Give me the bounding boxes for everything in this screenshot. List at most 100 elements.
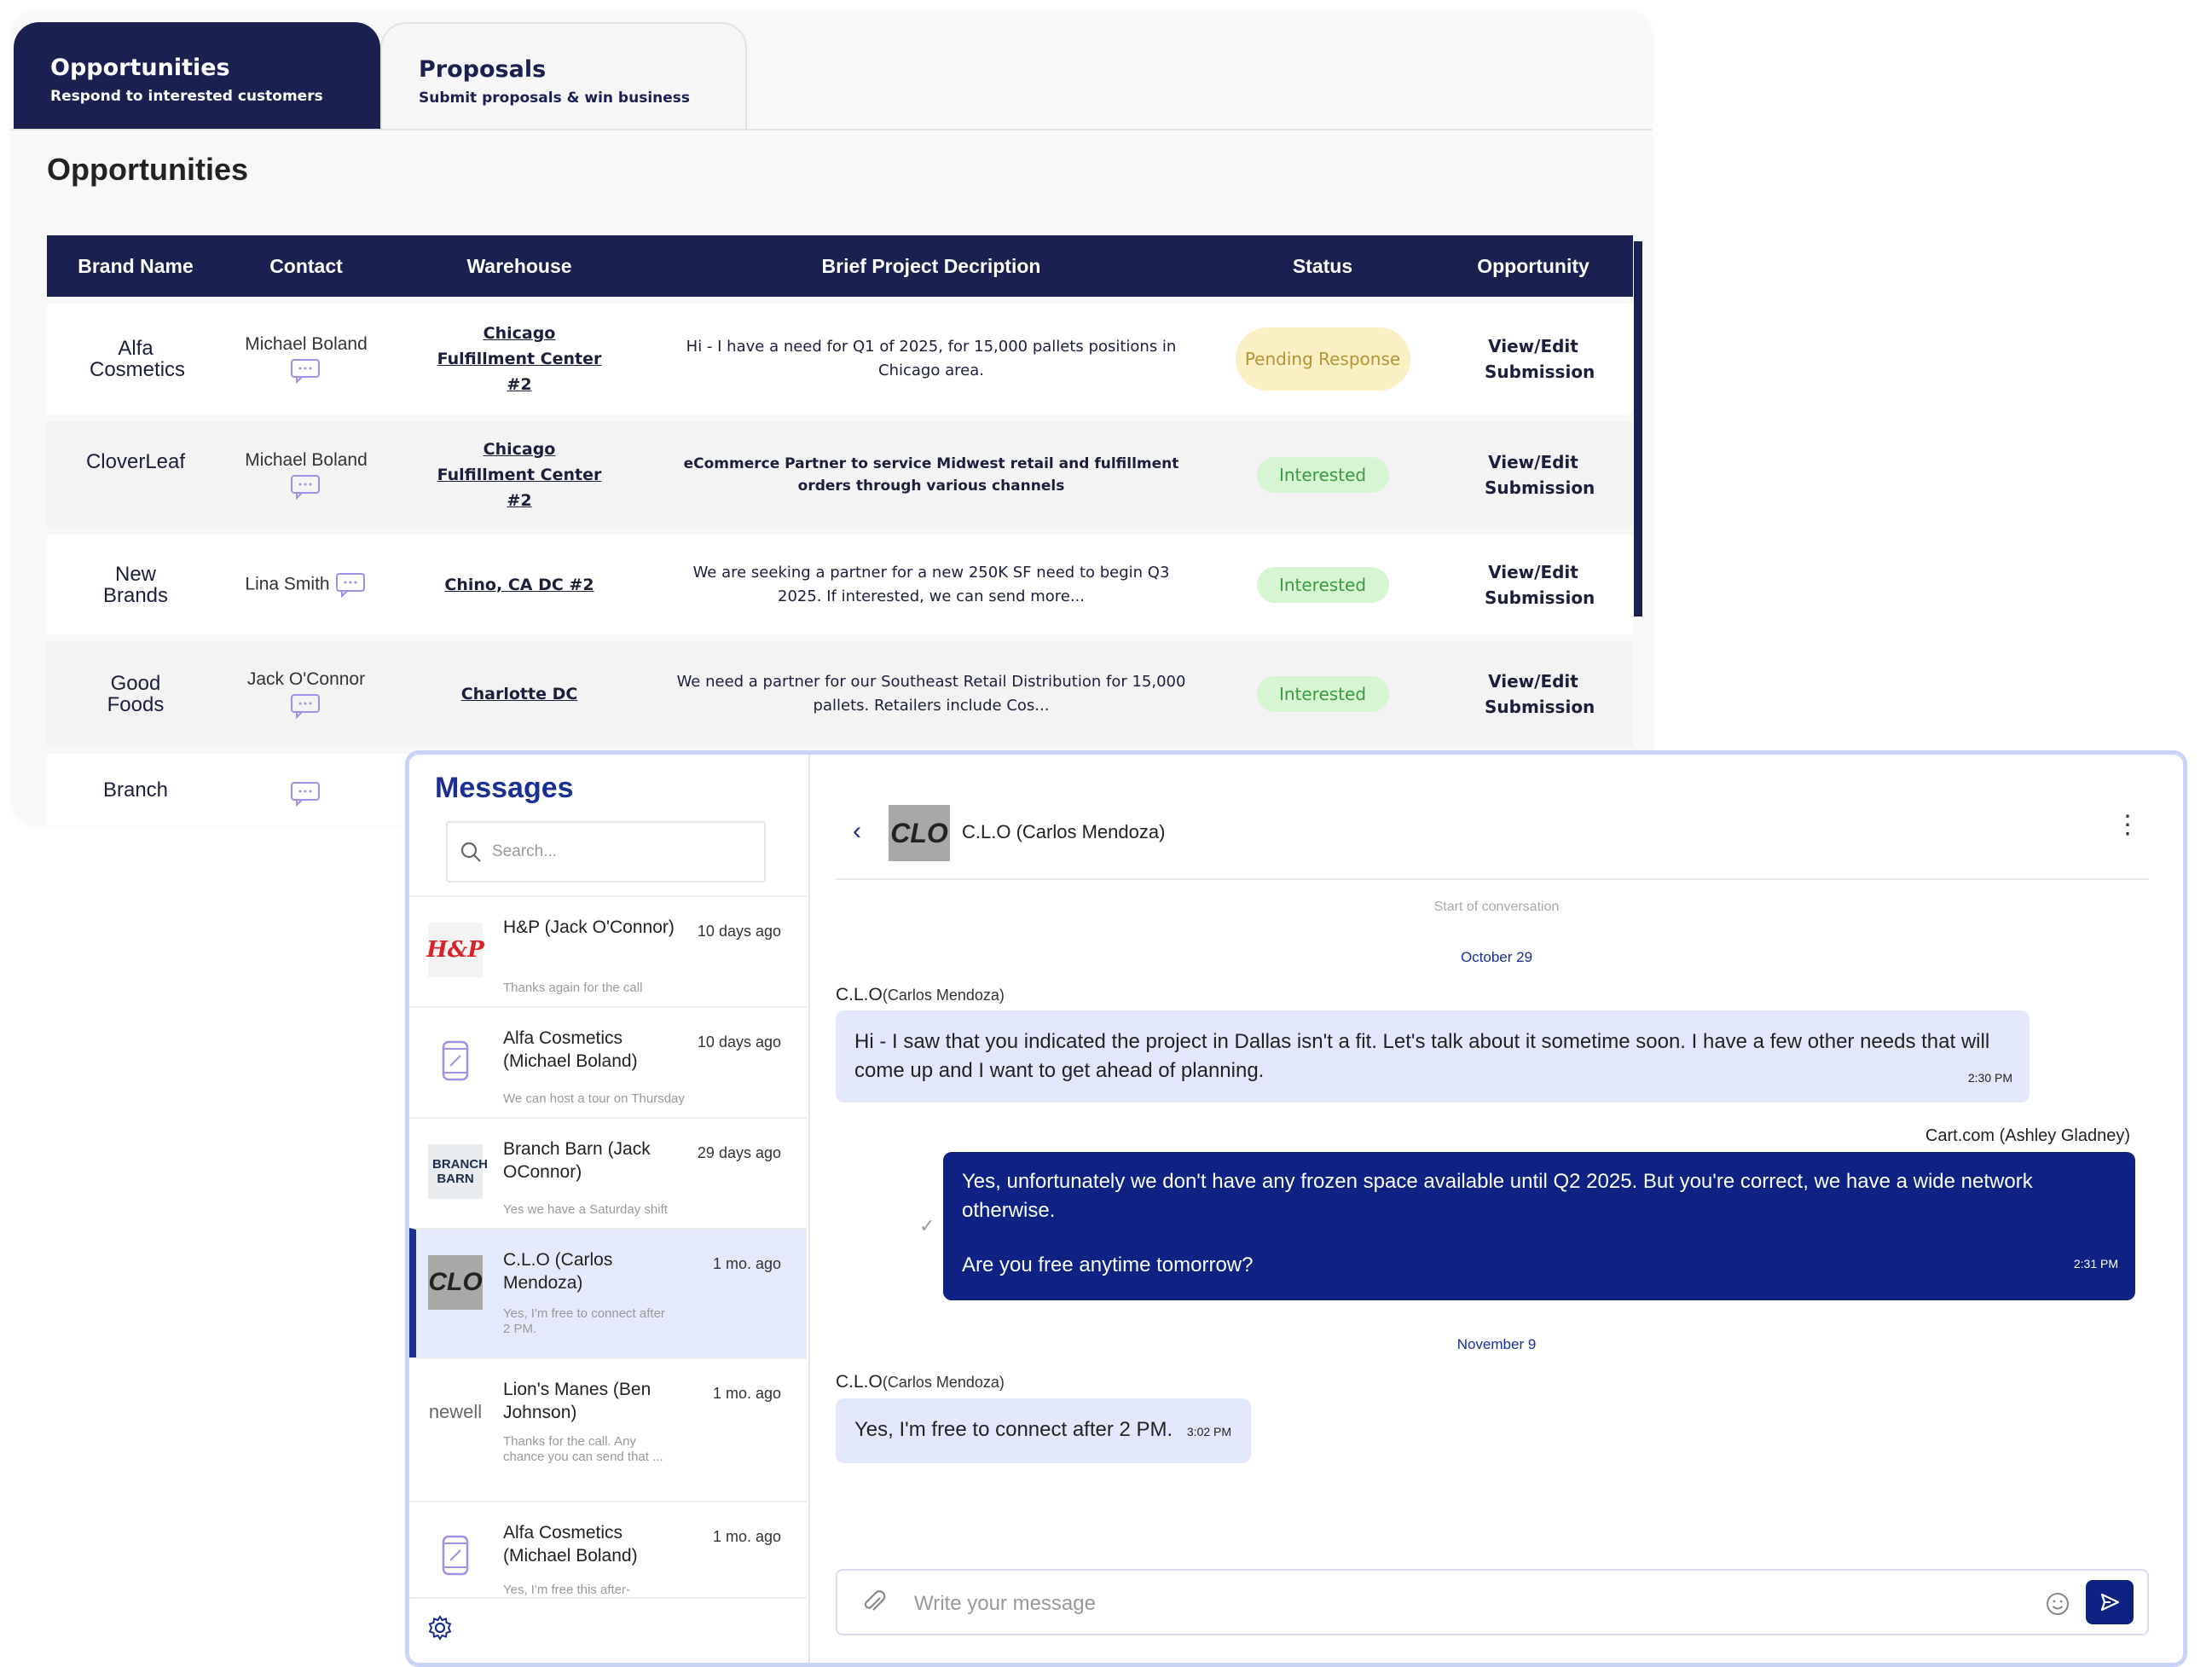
opportunities-card: Opportunities Respond to interested cust… xyxy=(11,11,1653,825)
warehouse-link[interactable]: Chicago Fulfillment Center #2 xyxy=(388,321,651,397)
view-edit-submission-link[interactable]: View/Edit Submission xyxy=(1433,669,1633,720)
logo-text: newell xyxy=(428,1401,483,1422)
conversation-preview: Yes, I'm free to connect after 2 PM. xyxy=(503,1306,665,1336)
header-warehouse[interactable]: Warehouse xyxy=(388,255,651,278)
message-time: 2:31 PM xyxy=(2073,1257,2118,1271)
sender-name: C.L.O xyxy=(836,1372,883,1392)
header-opportunity[interactable]: Opportunity xyxy=(1433,255,1633,278)
emoji-icon[interactable] xyxy=(2045,1591,2070,1617)
header-status[interactable]: Status xyxy=(1212,255,1433,278)
table-row: New Brands Lina Smith Chino, CA DC #2 We… xyxy=(47,535,1633,634)
can-icon xyxy=(428,1528,483,1583)
header-contact[interactable]: Contact xyxy=(224,255,388,278)
message-sender: Cart.com (Ashley Gladney) xyxy=(1925,1126,2130,1145)
message-time: 3:02 PM xyxy=(1186,1425,1232,1438)
chevron-left-icon[interactable]: ‹ xyxy=(853,817,861,846)
conversation-preview: Yes, I'm free this after- xyxy=(503,1583,631,1596)
status-cell: Pending Response xyxy=(1212,327,1433,391)
view-edit-submission-link[interactable]: View/Edit Submission xyxy=(1433,333,1633,385)
conversation-item[interactable]: BRANCH BARN Branch Barn (Jack OConnor) 2… xyxy=(409,1117,807,1228)
send-icon xyxy=(2100,1593,2120,1612)
paperclip-icon[interactable] xyxy=(861,1589,887,1617)
header-brand-name[interactable]: Brand Name xyxy=(47,255,224,278)
conversation-name: Lion's Manes (Ben Johnson) xyxy=(503,1380,651,1422)
tab-bar: Opportunities Respond to interested cust… xyxy=(11,22,1653,130)
chat-bubble-icon[interactable] xyxy=(290,474,322,500)
contact-name: Michael Boland xyxy=(245,334,368,354)
conversation-name: Alfa Cosmetics (Michael Boland) xyxy=(503,1028,638,1071)
chat-bubble-icon[interactable] xyxy=(335,572,368,598)
contact-cell xyxy=(224,779,388,807)
conversation-sidebar: Messages H&P H&P (Jack O'Connor) 10 days… xyxy=(409,755,810,1663)
chat-bubble-icon[interactable] xyxy=(290,781,322,807)
message-sender: C.L.O(Carlos Mendoza) xyxy=(836,985,1005,1005)
table-header: Brand Name Contact Warehouse Brief Proje… xyxy=(47,235,1633,297)
table-row: Good Foods Jack O'Connor Charlotte DC We… xyxy=(47,641,1633,747)
conversation-time: 1 mo. ago xyxy=(712,1528,781,1545)
chat-bubble-icon[interactable] xyxy=(290,358,322,384)
search-input[interactable] xyxy=(490,842,750,862)
message-input[interactable] xyxy=(912,1586,1939,1622)
view-edit-submission-link[interactable]: View/Edit Submission xyxy=(1433,449,1633,501)
contact-cell: Michael Boland xyxy=(224,334,388,384)
conversation-item[interactable]: newell Lion's Manes (Ben Johnson) 1 mo. … xyxy=(409,1357,807,1501)
brand-name: Good Foods xyxy=(107,672,165,716)
messages-heading: Messages xyxy=(435,772,574,804)
date-separator: October 29 xyxy=(1460,949,1533,965)
conversation-item[interactable]: Alfa Cosmetics (Michael Boland) 1 mo. ag… xyxy=(409,1501,807,1596)
clo-logo: CLO xyxy=(428,1255,483,1310)
status-cell: Interested xyxy=(1212,676,1433,712)
message-text: Hi - I saw that you indicated the projec… xyxy=(854,1030,1990,1082)
message-composer xyxy=(836,1569,2149,1635)
contact-name: Michael Boland xyxy=(245,449,368,470)
outgoing-message: Yes, unfortunately we don't have any fro… xyxy=(943,1152,2135,1300)
warehouse-link[interactable]: Charlotte DC xyxy=(388,681,651,707)
incoming-message: Yes, I'm free to connect after 2 PM. 3:0… xyxy=(836,1398,1251,1463)
contact-name: Lina Smith xyxy=(245,574,330,594)
header-description[interactable]: Brief Project Decription xyxy=(651,255,1212,278)
conversation-preview: Yes we have a Saturday shift xyxy=(503,1202,668,1217)
status-badge: Interested xyxy=(1256,456,1389,493)
tab-proposals[interactable]: Proposals Submit proposals & win busines… xyxy=(380,22,747,129)
conversation-preview: Thanks for the call. Any chance you can … xyxy=(503,1434,663,1464)
table-scrollbar[interactable] xyxy=(1634,241,1642,616)
tab-title: Proposals xyxy=(419,56,547,83)
message-text: Are you free anytime tomorrow? xyxy=(962,1253,1254,1276)
contact-cell: Jack O'Connor xyxy=(224,669,388,719)
more-options-icon[interactable]: ⋮ xyxy=(2115,813,2140,838)
status-badge: Interested xyxy=(1256,676,1389,712)
conversation-name: C.L.O (Carlos Mendoza) xyxy=(503,1250,613,1293)
message-time: 2:30 PM xyxy=(1967,1071,2012,1085)
warehouse-link[interactable]: Chicago Fulfillment Center #2 xyxy=(388,437,651,513)
conversation-item[interactable]: H&P H&P (Jack O'Connor) 10 days ago Than… xyxy=(409,895,807,1006)
chat-contact-name: C.L.O (Carlos Mendoza) xyxy=(962,821,1166,842)
clo-logo: CLO xyxy=(889,805,950,861)
conversation-item-active[interactable]: CLO C.L.O (Carlos Mendoza) 1 mo. ago Yes… xyxy=(409,1228,807,1357)
search-box[interactable] xyxy=(446,821,766,883)
chat-bubble-icon[interactable] xyxy=(290,693,322,719)
status-cell: Interested xyxy=(1212,456,1433,493)
project-description: We need a partner for our Southeast Reta… xyxy=(676,673,1186,715)
warehouse-link[interactable]: Chino, CA DC #2 xyxy=(388,572,651,598)
conversation-time: 10 days ago xyxy=(697,1033,781,1051)
branch-barn-logo: BRANCH BARN xyxy=(428,1144,488,1199)
view-edit-submission-link[interactable]: View/Edit Submission xyxy=(1433,559,1633,611)
sidebar-footer xyxy=(409,1597,807,1663)
brand-name: Branch xyxy=(102,779,169,802)
project-description: eCommerce Partner to service Midwest ret… xyxy=(683,454,1179,495)
conversation-name: Alfa Cosmetics (Michael Boland) xyxy=(503,1523,638,1566)
table-row: Alfa Cosmetics Michael Boland Chicago Fu… xyxy=(47,304,1633,414)
tab-opportunities[interactable]: Opportunities Respond to interested cust… xyxy=(14,22,380,129)
gear-icon[interactable] xyxy=(426,1614,454,1641)
message-text: Yes, I'm free to connect after 2 PM. xyxy=(854,1418,1173,1441)
conversation-item[interactable]: Alfa Cosmetics (Michael Boland) 10 days … xyxy=(409,1006,807,1117)
brand-name: CloverLeaf xyxy=(85,450,186,473)
send-button[interactable] xyxy=(2086,1580,2134,1624)
sender-name: C.L.O xyxy=(836,985,883,1004)
conversation-preview: We can host a tour on Thursday xyxy=(503,1091,685,1106)
logo-text: BRANCH BARN xyxy=(432,1157,488,1186)
page-title: Opportunities xyxy=(47,152,248,187)
status-cell: Interested xyxy=(1212,566,1433,603)
hp-logo: H&P xyxy=(426,923,484,977)
brand-name: Alfa Cosmetics xyxy=(90,337,186,381)
